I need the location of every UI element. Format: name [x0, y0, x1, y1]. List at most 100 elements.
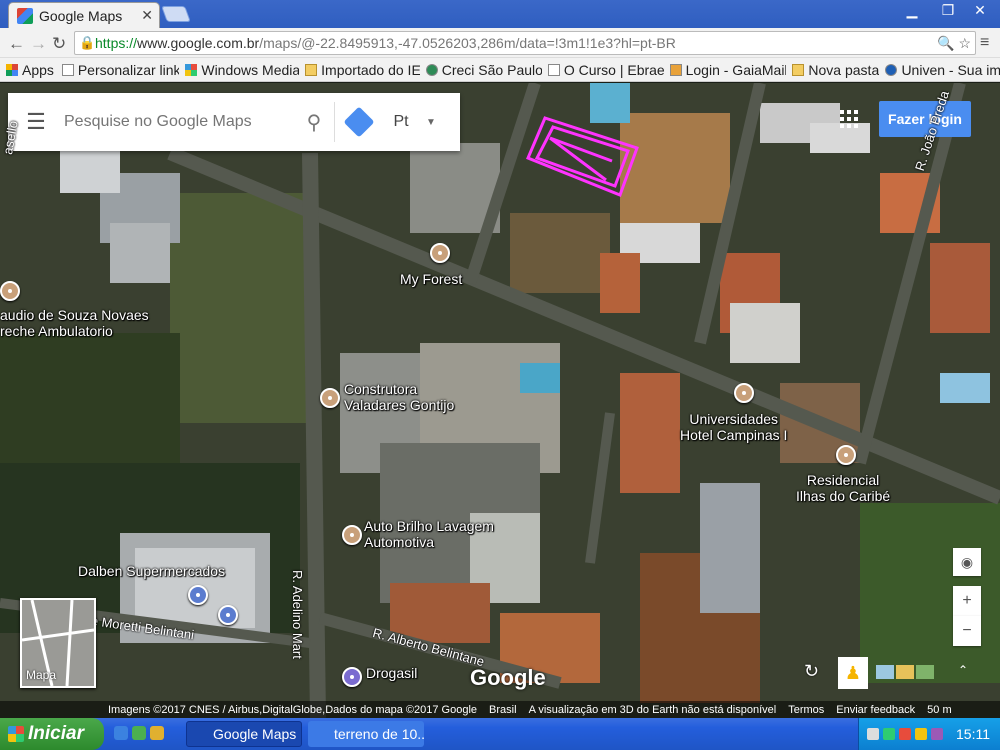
zoom-star-icons[interactable]: 🔍 ☆ [937, 32, 971, 54]
imagery-toggle-label: Mapa [26, 668, 57, 682]
new-tab-button[interactable] [161, 6, 191, 22]
start-label: Iniciar [28, 723, 84, 744]
directions-icon[interactable] [335, 93, 383, 151]
pegman-icon[interactable]: ♟ [838, 657, 868, 689]
language-selector[interactable]: Pt [383, 113, 419, 131]
desktop-quicklaunch-icon[interactable] [132, 726, 146, 740]
apps-grid-icon[interactable] [840, 110, 858, 128]
taskbar-item-terreno[interactable]: terreno de 10... [308, 721, 424, 747]
place-pin-icon[interactable] [836, 445, 856, 465]
tray-app-icon[interactable] [931, 728, 943, 740]
task-label: Google Maps ... [213, 726, 302, 742]
pharmacy-pin-icon[interactable] [342, 667, 362, 687]
language-dropdown-caret-icon[interactable]: ▼ [419, 117, 443, 128]
bookmarks-bar: Apps Personalizar link Windows Media Imp… [0, 58, 1000, 82]
ie-quicklaunch-icon[interactable] [114, 726, 128, 740]
close-tab-icon[interactable]: ✕ [141, 7, 153, 24]
bookmark-apps[interactable]: Apps [0, 62, 56, 78]
place-label[interactable]: Residencial Ilhas do Caribé [796, 472, 890, 504]
creci-icon [425, 63, 438, 76]
bookmark-label: Personalizar link [77, 61, 180, 78]
3d-notice: A visualização em 3D do Earth não está d… [528, 703, 777, 716]
page-icon [547, 63, 560, 76]
hotel-pin-icon[interactable] [734, 383, 754, 403]
start-button[interactable]: Iniciar [0, 718, 104, 750]
taskbar-item-google-maps[interactable]: Google Maps ... [186, 721, 302, 747]
google-logo: Google [470, 665, 546, 690]
place-label[interactable]: Drogasil [366, 665, 417, 681]
place-label[interactable]: Construtora Valadares Gontijo [344, 381, 454, 413]
url-host: www.google.com.br [137, 35, 260, 51]
url-scheme: https:// [95, 35, 138, 51]
forward-icon[interactable]: → [30, 34, 47, 54]
earth-3d-icon[interactable]: ↻ [804, 661, 826, 685]
layer-thumb-icon[interactable] [876, 665, 894, 679]
bookmark-item[interactable]: Univen - Sua im [879, 62, 1000, 78]
expand-layers-icon[interactable]: ⌃ [958, 663, 968, 677]
zoom-out-button[interactable]: − [953, 616, 981, 646]
bookmark-item[interactable]: Creci São Paulo [420, 62, 542, 78]
tray-network-icon[interactable] [867, 728, 879, 740]
place-pin-icon[interactable] [0, 281, 20, 301]
place-label[interactable]: audio de Souza Novaes reche Ambulatorio [0, 307, 149, 339]
atm-pin-icon[interactable] [218, 605, 238, 625]
shopping-pin-icon[interactable] [188, 585, 208, 605]
bookmark-label: Importado do IE [321, 61, 420, 78]
search-box: ☰ ⚲ Pt ▼ [8, 93, 460, 151]
my-location-icon[interactable]: ◉ [953, 548, 981, 576]
page-icon [61, 63, 74, 76]
place-label[interactable]: Auto Brilho Lavagem Automotiva [364, 518, 494, 550]
clock[interactable]: 15:11 [956, 726, 990, 742]
bookmark-label: Nova pasta [808, 61, 880, 78]
folder-icon [305, 63, 318, 76]
scale-bar[interactable]: 50 m [921, 704, 957, 716]
place-label[interactable]: My Forest [400, 271, 462, 287]
reload-icon[interactable]: ↻ [52, 34, 66, 54]
bookmark-item[interactable]: O Curso | Ebrae [542, 62, 664, 78]
layer-thumb-icon[interactable] [896, 665, 914, 679]
tray-antivirus-icon[interactable] [899, 728, 911, 740]
search-input[interactable] [64, 113, 294, 131]
bookmark-item[interactable]: Login - GaiaMail [664, 62, 786, 78]
map-view-toggle[interactable]: Mapa [20, 598, 96, 688]
satellite-map[interactable]: ☰ ⚲ Pt ▼ Fazer login My Forest audio de … [0, 83, 1000, 718]
place-label[interactable]: Dalben Supermercados [78, 563, 225, 579]
place-pin-icon[interactable] [342, 525, 362, 545]
place-pin-icon[interactable] [320, 388, 340, 408]
close-window-icon[interactable]: ✕ [966, 2, 994, 19]
country-label[interactable]: Brasil [483, 704, 523, 716]
bookmark-folder[interactable]: Nova pasta [786, 62, 879, 78]
bookmark-label: Creci São Paulo [441, 61, 542, 78]
place-label[interactable]: Universidades Hotel Campinas I [680, 411, 787, 443]
google-maps-favicon-icon [17, 7, 33, 24]
search-icon[interactable]: ⚲ [294, 110, 334, 135]
bookmark-item[interactable]: Windows Media [179, 62, 299, 78]
zoom-in-button[interactable]: + [953, 586, 981, 616]
feedback-link[interactable]: Enviar feedback [830, 704, 921, 716]
tray-security-icon[interactable] [883, 728, 895, 740]
imagery-credits: Imagens ©2017 CNES / Airbus,DigitalGlobe… [108, 703, 478, 716]
bookmark-folder[interactable]: Importado do IE [299, 62, 420, 78]
browser-tab-bar: Google Maps ✕ ▁ ❐ ✕ [0, 0, 1000, 28]
layer-thumbnails[interactable] [876, 665, 934, 679]
bookmark-item[interactable]: Personalizar link [56, 61, 180, 78]
bookmark-label: O Curso | Ebrae [563, 61, 664, 78]
terms-link[interactable]: Termos [782, 704, 830, 716]
restore-icon[interactable]: ❐ [934, 2, 962, 19]
tab-google-maps[interactable]: Google Maps ✕ [8, 2, 160, 28]
chrome-quicklaunch-icon[interactable] [150, 726, 164, 740]
gaiamail-icon [669, 63, 682, 76]
bookmark-label: Apps [22, 61, 54, 78]
task-label: terreno de 10... [334, 726, 424, 742]
url-path: /maps/@-22.8495913,-47.0526203,286m/data… [259, 35, 676, 51]
address-bar[interactable]: 🔒 https://www.google.com.br/maps/@-22.84… [74, 31, 976, 55]
street-label: R. Adelino Mart [290, 570, 305, 659]
tray-volume-icon[interactable] [915, 728, 927, 740]
bookmark-label: Univen - Sua im [901, 61, 1000, 78]
place-pin-icon[interactable] [430, 243, 450, 263]
chrome-menu-icon[interactable]: ≡ [980, 34, 989, 52]
layer-thumb-icon[interactable] [916, 665, 934, 679]
browser-toolbar: ← → ↻ 🔒 https://www.google.com.br/maps/@… [0, 28, 1000, 58]
back-icon[interactable]: ← [8, 34, 25, 54]
minimize-icon[interactable]: ▁ [898, 2, 926, 19]
